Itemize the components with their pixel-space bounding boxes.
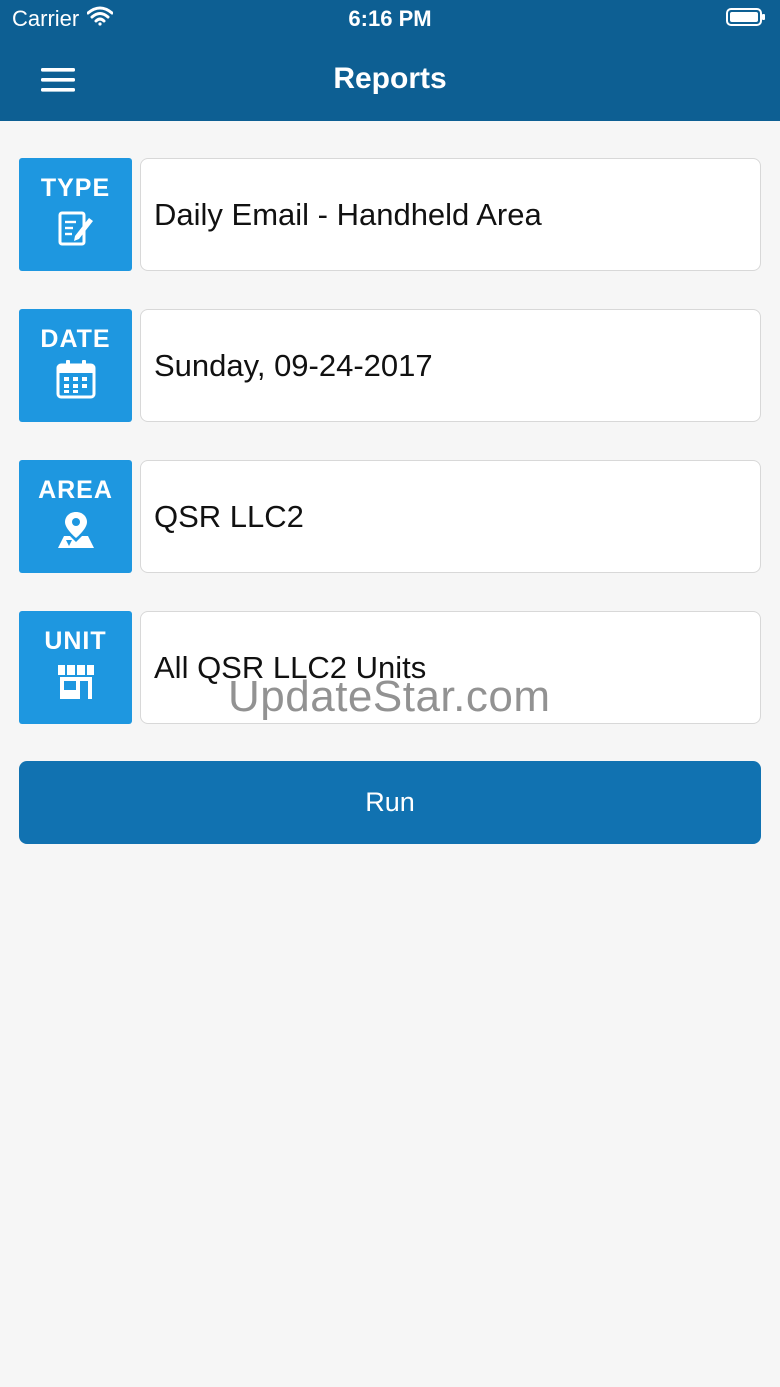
map-pin-icon bbox=[56, 510, 96, 550]
area-tag-label: AREA bbox=[38, 476, 113, 504]
status-time: 6:16 PM bbox=[348, 6, 432, 31]
report-type-field[interactable]: Daily Email - Handheld Area bbox=[140, 158, 761, 271]
date-tag-label: DATE bbox=[40, 325, 111, 353]
unit-tag: UNIT bbox=[19, 611, 132, 724]
report-edit-icon bbox=[56, 208, 96, 248]
date-row: DATE Sunday, 09-24-2017 bbox=[19, 309, 761, 423]
area-tag: AREA bbox=[19, 460, 132, 573]
report-type-row: TYPE Daily Email - Handheld Area bbox=[19, 158, 761, 272]
unit-tag-label: UNIT bbox=[44, 627, 107, 655]
type-tag-label: TYPE bbox=[40, 174, 111, 202]
area-row: AREA QSR LLC2 bbox=[19, 460, 761, 574]
page-title: Reports bbox=[333, 62, 447, 95]
run-button[interactable]: Run bbox=[19, 761, 761, 844]
watermark: UpdateStar.com bbox=[228, 672, 551, 721]
type-tag: TYPE bbox=[19, 158, 132, 271]
calendar-icon bbox=[56, 359, 96, 399]
date-field[interactable]: Sunday, 09-24-2017 bbox=[140, 309, 761, 422]
top-bar: Carrier 6:16 PM Reports bbox=[0, 0, 780, 121]
storefront-icon bbox=[56, 661, 96, 701]
area-field[interactable]: QSR LLC2 bbox=[140, 460, 761, 573]
battery-icon bbox=[726, 8, 766, 26]
date-tag: DATE bbox=[19, 309, 132, 422]
